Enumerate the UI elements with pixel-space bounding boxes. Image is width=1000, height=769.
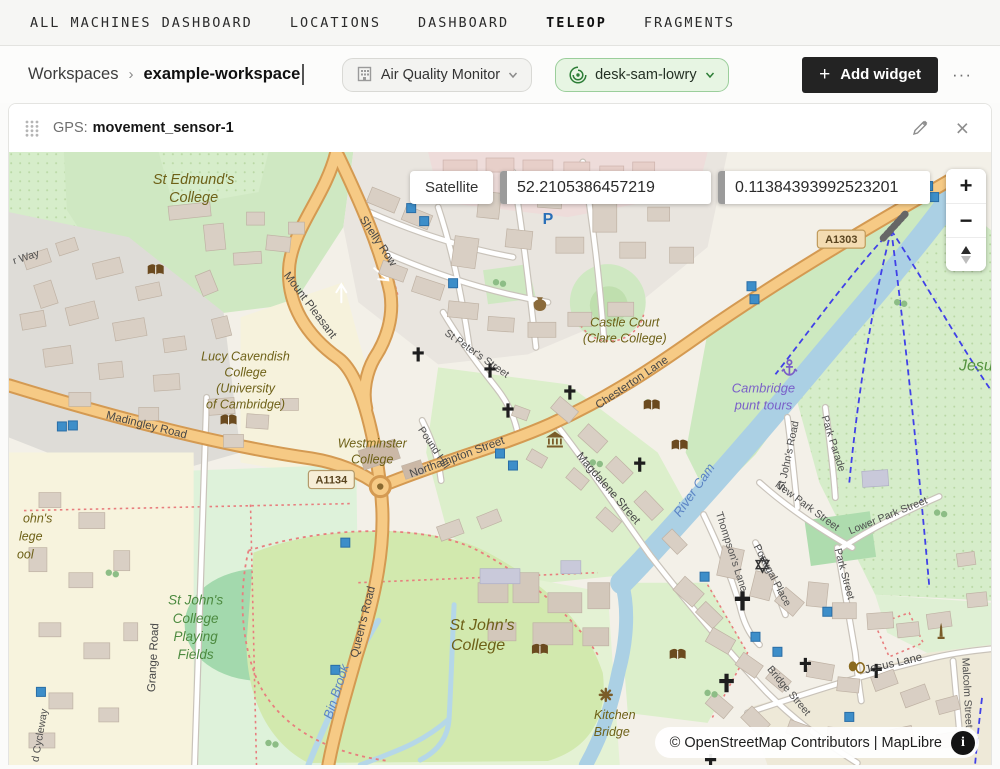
svg-text:Castle Court: Castle Court <box>590 315 660 329</box>
add-widget-label: Add widget <box>840 66 921 83</box>
svg-text:punt tours: punt tours <box>734 397 793 412</box>
widget-title: GPS: movement_sensor-1 <box>53 120 234 136</box>
breadcrumb-separator: › <box>128 66 133 83</box>
svg-text:A1134: A1134 <box>315 475 348 487</box>
breadcrumb-current-workspace[interactable]: example-workspace <box>143 65 300 84</box>
machine-selector-label: Air Quality Monitor <box>381 67 500 83</box>
svg-text:(Clare College): (Clare College) <box>583 331 667 345</box>
satellite-toggle-button[interactable]: Satellite <box>410 171 493 204</box>
add-widget-button[interactable]: + Add widget <box>802 57 938 93</box>
map-zoom-controls: + − <box>946 169 986 271</box>
input-accent-bar <box>718 171 725 204</box>
nav-item-locations[interactable]: LOCATIONS <box>290 15 381 31</box>
chevron-down-icon <box>705 70 715 80</box>
svg-text:ohn's: ohn's <box>23 512 52 526</box>
svg-text:(University: (University <box>216 381 276 395</box>
edit-widget-button[interactable] <box>911 119 929 137</box>
map-svg[interactable]: P St Edmund's College Lucy Cavendish Col… <box>9 152 991 765</box>
breadcrumb-workspaces[interactable]: Workspaces <box>28 65 118 84</box>
text-cursor <box>302 64 304 85</box>
longitude-input[interactable]: 0.11384393992523201 <box>718 171 930 204</box>
nav-item-teleop[interactable]: TELEOP <box>546 15 607 31</box>
svg-text:Playing: Playing <box>174 629 219 644</box>
latitude-input[interactable]: 52.2105386457219 <box>500 171 711 204</box>
machine-selector-dropdown[interactable]: Air Quality Monitor <box>342 58 532 92</box>
svg-text:College: College <box>224 365 266 379</box>
svg-text:Bridge: Bridge <box>594 725 630 739</box>
svg-text:Jesus: Jesus <box>958 357 991 374</box>
zoom-out-button[interactable]: − <box>946 203 986 237</box>
zoom-in-button[interactable]: + <box>946 169 986 203</box>
pencil-icon <box>911 119 929 137</box>
svg-text:lege: lege <box>19 530 43 544</box>
nav-item-all-machines-dashboard[interactable]: ALL MACHINES DASHBOARD <box>30 15 253 31</box>
svg-text:College: College <box>173 611 219 626</box>
map-container: P St Edmund's College Lucy Cavendish Col… <box>9 152 991 765</box>
more-options-button[interactable]: ··· <box>952 65 972 85</box>
road-badge-a1134: A1134 <box>308 471 354 489</box>
widget-title-prefix: GPS: <box>53 120 88 136</box>
windmill-icon <box>600 689 612 701</box>
machine-icon <box>356 66 373 83</box>
svg-text:ool: ool <box>17 548 35 562</box>
longitude-value[interactable]: 0.11384393992523201 <box>725 179 908 197</box>
svg-text:Kitchen: Kitchen <box>594 708 636 722</box>
part-selector-dropdown[interactable]: desk-sam-lowry <box>555 58 729 92</box>
chevron-down-icon <box>508 70 518 80</box>
svg-text:Lucy Cavendish: Lucy Cavendish <box>201 349 290 363</box>
nav-item-dashboard[interactable]: DASHBOARD <box>418 15 509 31</box>
road-badge-a1303: A1303 <box>817 230 865 248</box>
svg-text:A1303: A1303 <box>825 234 857 246</box>
top-navigation: ALL MACHINES DASHBOARD LOCATIONS DASHBOA… <box>0 0 1000 46</box>
svg-text:St Edmund's: St Edmund's <box>153 172 235 188</box>
drag-handle-icon[interactable] <box>25 120 39 137</box>
svg-text:of Cambridge): of Cambridge) <box>206 397 285 411</box>
compass-button[interactable] <box>946 237 986 271</box>
svg-text:Westminster: Westminster <box>338 436 408 450</box>
live-connection-icon <box>569 66 587 84</box>
map-attribution: © OpenStreetMap Contributors | MapLibre … <box>655 727 979 758</box>
part-selector-label: desk-sam-lowry <box>595 67 697 83</box>
compass-icon <box>959 245 973 265</box>
svg-text:Cambridge: Cambridge <box>732 380 795 395</box>
gps-widget-card: GPS:movement_sensor-1 × <box>8 103 992 765</box>
workspace-header: Workspaces › example-workspace Air Quali… <box>0 46 1000 103</box>
plus-icon: + <box>819 65 830 84</box>
info-icon[interactable]: i <box>951 731 975 755</box>
gps-widget-header: GPS:movement_sensor-1 × <box>9 104 991 152</box>
svg-text:College: College <box>351 452 393 466</box>
svg-text:St John's: St John's <box>449 617 514 634</box>
svg-text:College: College <box>451 637 505 654</box>
svg-text:College: College <box>169 190 218 206</box>
nav-item-fragments[interactable]: FRAGMENTS <box>644 15 735 31</box>
latitude-value[interactable]: 52.2105386457219 <box>507 179 665 197</box>
svg-text:St John's: St John's <box>168 593 223 608</box>
svg-text:Fields: Fields <box>178 647 214 662</box>
widget-sensor-name: movement_sensor-1 <box>93 120 234 136</box>
attribution-text: © OpenStreetMap Contributors | MapLibre <box>670 735 942 751</box>
parking-icon: P <box>543 211 554 228</box>
input-accent-bar <box>500 171 507 204</box>
